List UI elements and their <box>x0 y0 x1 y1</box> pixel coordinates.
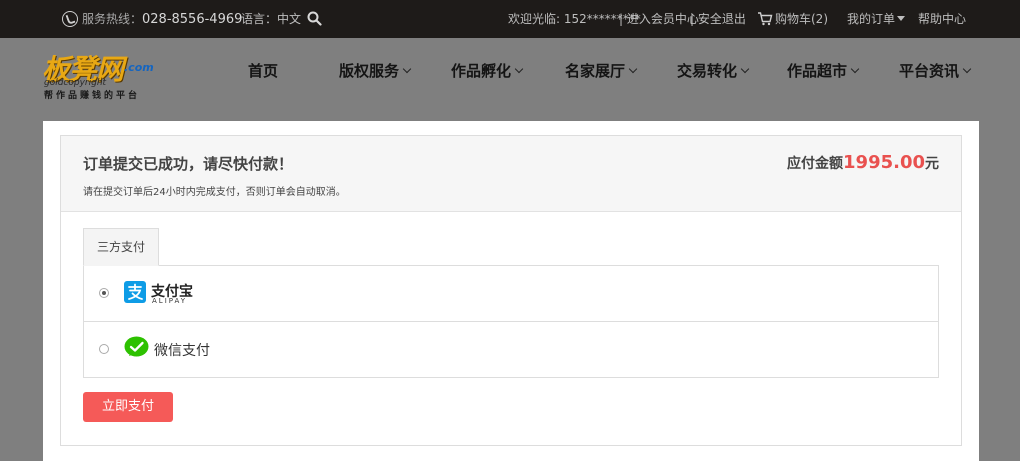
language-selector[interactable]: 语言：中文 <box>241 0 301 38</box>
alipay-radio[interactable] <box>99 288 109 298</box>
order-box: 订单提交已成功，请尽快付款！ 请在提交订单后24小时内完成支付，否则订单会自动取… <box>60 135 962 446</box>
payment-option-alipay[interactable]: 支付宝 ALIPAY <box>84 266 938 322</box>
my-orders-menu[interactable]: 我的订单 <box>847 0 906 38</box>
chevron-down-icon <box>740 64 750 74</box>
order-header: 订单提交已成功，请尽快付款！ 请在提交订单后24小时内完成支付，否则订单会自动取… <box>61 136 961 212</box>
main-nav: 板凳网 .com goldcopyright 帮作品赚钱的平台 首页 版权服务 … <box>0 38 1020 104</box>
help-center-link[interactable]: 帮助中心 <box>918 0 966 38</box>
amount-label: 应付金额 <box>787 156 844 172</box>
chevron-down-icon <box>628 64 638 74</box>
hotline: 服务热线：028-8556-4969 <box>62 0 242 38</box>
nav-item-trade[interactable]: 交易转化 <box>677 38 750 104</box>
chevron-down-icon <box>962 64 972 74</box>
nav-item-master-gallery[interactable]: 名家展厅 <box>565 38 638 104</box>
order-deadline-note: 请在提交订单后24小时内完成支付，否则订单会自动取消。 <box>83 187 346 198</box>
nav-item-market[interactable]: 作品超市 <box>787 38 860 104</box>
chevron-down-icon <box>402 64 412 74</box>
chevron-down-icon <box>850 64 860 74</box>
wechat-radio[interactable] <box>99 344 109 354</box>
cart-icon <box>758 12 773 26</box>
pay-now-button[interactable]: 立即支付 <box>83 392 173 422</box>
chevron-down-icon <box>514 64 524 74</box>
logout-link[interactable]: | 安全退出 <box>690 0 746 38</box>
nav-item-copyright-services[interactable]: 版权服务 <box>339 38 412 104</box>
wechat-pay-icon <box>124 336 149 359</box>
nav-item-incubation[interactable]: 作品孵化 <box>451 38 524 104</box>
logo-en-text: goldcopyright <box>44 78 107 88</box>
amount-due: 应付金额1995.00元 <box>787 152 939 173</box>
my-orders-label: 我的订单 <box>847 12 896 26</box>
nav-item-news[interactable]: 平台资讯 <box>899 38 972 104</box>
wechat-pay-label: 微信支付 <box>154 343 210 359</box>
amount-value: 1995.00 <box>843 152 925 173</box>
logo-com-text: .com <box>124 61 154 74</box>
search-icon[interactable] <box>307 0 322 38</box>
tab-third-party-payment[interactable]: 三方支付 <box>83 228 159 266</box>
amount-unit: 元 <box>925 156 939 172</box>
payment-option-wechat[interactable]: 微信支付 <box>84 322 938 378</box>
top-bar: 服务热线：028-8556-4969 语言：中文 欢迎光临: 152******… <box>0 0 1020 38</box>
payment-panel: 订单提交已成功，请尽快付款！ 请在提交订单后24小时内完成支付，否则订单会自动取… <box>43 121 979 461</box>
caret-down-icon <box>897 16 906 21</box>
member-center-link[interactable]: | 进入会员中心 <box>619 0 699 38</box>
order-success-title: 订单提交已成功，请尽快付款！ <box>83 155 294 173</box>
nav-item-home[interactable]: 首页 <box>248 38 278 104</box>
cart-label: 购物车(2) <box>775 12 828 26</box>
payment-options: 支付宝 ALIPAY 微信支付 <box>83 265 939 378</box>
site-logo[interactable]: 板凳网 .com goldcopyright 帮作品赚钱的平台 <box>42 48 168 102</box>
logo-slogan: 帮作品赚钱的平台 <box>44 91 141 101</box>
phone-icon <box>62 11 78 27</box>
alipay-icon <box>124 281 146 303</box>
hotline-number: 028-8556-4969 <box>142 12 243 27</box>
alipay-sublabel: ALIPAY <box>152 297 188 305</box>
cart-link[interactable]: 购物车(2) <box>757 0 828 38</box>
